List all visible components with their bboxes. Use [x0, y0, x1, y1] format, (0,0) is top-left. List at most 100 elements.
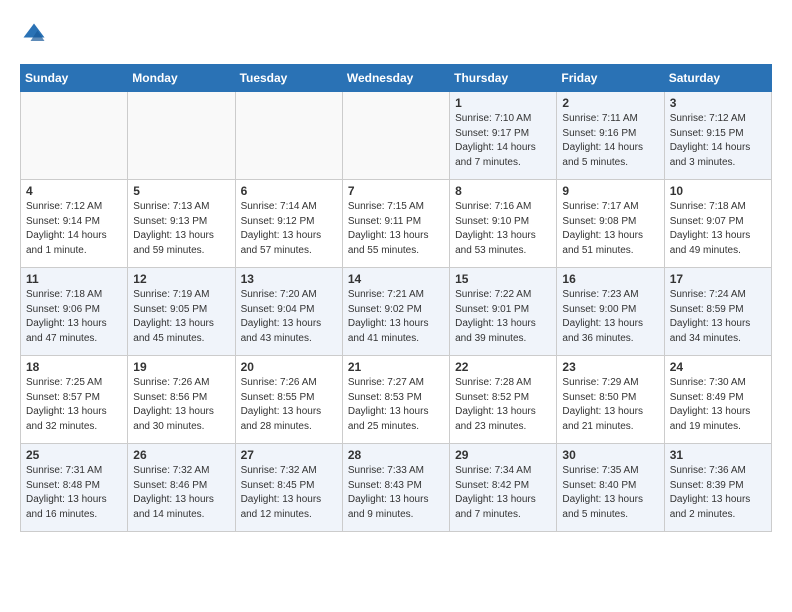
day-info: Sunrise: 7:30 AM Sunset: 8:49 PM Dayligh… [670, 376, 766, 434]
header-row: Sunday Monday Tuesday Wednesday Thursday… [21, 65, 772, 92]
day-info: Sunrise: 7:22 AM Sunset: 9:01 PM Dayligh… [455, 288, 551, 346]
day-cell: 20 Sunrise: 7:26 AM Sunset: 8:55 PM Dayli… [235, 356, 342, 444]
day-info: Sunrise: 7:32 AM Sunset: 8:45 PM Dayligh… [241, 464, 337, 522]
day-cell: 17 Sunrise: 7:24 AM Sunset: 8:59 PM Dayli… [664, 268, 771, 356]
day-info: Sunrise: 7:17 AM Sunset: 9:08 PM Dayligh… [562, 200, 658, 258]
day-number: 20 [241, 360, 337, 374]
day-cell: 22Sunrise: 7:28 AM Sunset: 8:52 PM Dayli… [450, 356, 557, 444]
day-cell: 14 Sunrise: 7:21 AM Sunset: 9:02 PM Dayli… [342, 268, 449, 356]
day-number: 2 [562, 96, 658, 110]
day-number: 16 [562, 272, 658, 286]
col-monday: Monday [128, 65, 235, 92]
day-info: Sunrise: 7:15 AM Sunset: 9:11 PM Dayligh… [348, 200, 444, 258]
day-cell: 15 Sunrise: 7:22 AM Sunset: 9:01 PM Dayli… [450, 268, 557, 356]
day-number: 1 [455, 96, 551, 110]
day-cell: 28 Sunrise: 7:33 AM Sunset: 8:43 PM Dayli… [342, 444, 449, 532]
day-number: 15 [455, 272, 551, 286]
day-cell: 16 Sunrise: 7:23 AM Sunset: 9:00 PM Dayli… [557, 268, 664, 356]
day-number: 22 [455, 360, 551, 374]
col-tuesday: Tuesday [235, 65, 342, 92]
day-cell: 26 Sunrise: 7:32 AM Sunset: 8:46 PM Dayli… [128, 444, 235, 532]
day-cell: 31 Sunrise: 7:36 AM Sunset: 8:39 PM Dayli… [664, 444, 771, 532]
day-info: Sunrise: 7:16 AM Sunset: 9:10 PM Dayligh… [455, 200, 551, 258]
day-cell: 8 Sunrise: 7:16 AM Sunset: 9:10 PM Daylig… [450, 180, 557, 268]
day-number: 17 [670, 272, 766, 286]
day-cell: 7 Sunrise: 7:15 AM Sunset: 9:11 PM Daylig… [342, 180, 449, 268]
day-cell: 11 Sunrise: 7:18 AM Sunset: 9:06 PM Dayli… [21, 268, 128, 356]
day-info: Sunrise: 7:36 AM Sunset: 8:39 PM Dayligh… [670, 464, 766, 522]
col-saturday: Saturday [664, 65, 771, 92]
day-number: 7 [348, 184, 444, 198]
day-info: Sunrise: 7:18 AM Sunset: 9:06 PM Dayligh… [26, 288, 122, 346]
day-number: 18 [26, 360, 122, 374]
day-number: 8 [455, 184, 551, 198]
day-cell: 13Sunrise: 7:20 AM Sunset: 9:04 PM Dayli… [235, 268, 342, 356]
day-number: 25 [26, 448, 122, 462]
day-info: Sunrise: 7:26 AM Sunset: 8:56 PM Dayligh… [133, 376, 229, 434]
day-info: Sunrise: 7:26 AM Sunset: 8:55 PM Dayligh… [241, 376, 337, 434]
day-cell: 24 Sunrise: 7:30 AM Sunset: 8:49 PM Dayli… [664, 356, 771, 444]
day-info: Sunrise: 7:13 AM Sunset: 9:13 PM Dayligh… [133, 200, 229, 258]
day-cell [342, 92, 449, 180]
day-cell [21, 92, 128, 180]
day-cell: 27 Sunrise: 7:32 AM Sunset: 8:45 PM Dayli… [235, 444, 342, 532]
day-cell [128, 92, 235, 180]
day-cell: 2 Sunrise: 7:11 AM Sunset: 9:16 PM Daylig… [557, 92, 664, 180]
day-cell: 10 Sunrise: 7:18 AM Sunset: 9:07 PM Dayli… [664, 180, 771, 268]
day-info: Sunrise: 7:29 AM Sunset: 8:50 PM Dayligh… [562, 376, 658, 434]
day-cell: 4 Sunrise: 7:12 AM Sunset: 9:14 PM Daylig… [21, 180, 128, 268]
calendar-body: 1 Sunrise: 7:10 AM Sunset: 9:17 PM Daylig… [21, 92, 772, 532]
day-number: 28 [348, 448, 444, 462]
page-header [20, 20, 772, 48]
day-number: 10 [670, 184, 766, 198]
day-info: Sunrise: 7:31 AM Sunset: 8:48 PM Dayligh… [26, 464, 122, 522]
day-info: Sunrise: 7:12 AM Sunset: 9:15 PM Dayligh… [670, 112, 766, 170]
day-number: 5 [133, 184, 229, 198]
day-number: 26 [133, 448, 229, 462]
calendar-table: Sunday Monday Tuesday Wednesday Thursday… [20, 64, 772, 532]
day-number: 13 [241, 272, 337, 286]
day-info: Sunrise: 7:27 AM Sunset: 8:53 PM Dayligh… [348, 376, 444, 434]
day-cell: 5 Sunrise: 7:13 AM Sunset: 9:13 PM Daylig… [128, 180, 235, 268]
logo [20, 20, 52, 48]
day-number: 24 [670, 360, 766, 374]
day-number: 23 [562, 360, 658, 374]
day-cell: 25 Sunrise: 7:31 AM Sunset: 8:48 PM Dayli… [21, 444, 128, 532]
week-row-2: 4 Sunrise: 7:12 AM Sunset: 9:14 PM Daylig… [21, 180, 772, 268]
day-number: 19 [133, 360, 229, 374]
day-cell: 6Sunrise: 7:14 AM Sunset: 9:12 PM Daylig… [235, 180, 342, 268]
week-row-3: 11 Sunrise: 7:18 AM Sunset: 9:06 PM Dayli… [21, 268, 772, 356]
day-number: 30 [562, 448, 658, 462]
day-number: 6 [241, 184, 337, 198]
day-number: 11 [26, 272, 122, 286]
week-row-5: 25 Sunrise: 7:31 AM Sunset: 8:48 PM Dayli… [21, 444, 772, 532]
week-row-1: 1 Sunrise: 7:10 AM Sunset: 9:17 PM Daylig… [21, 92, 772, 180]
day-info: Sunrise: 7:21 AM Sunset: 9:02 PM Dayligh… [348, 288, 444, 346]
day-cell [235, 92, 342, 180]
day-number: 27 [241, 448, 337, 462]
col-sunday: Sunday [21, 65, 128, 92]
day-number: 31 [670, 448, 766, 462]
day-info: Sunrise: 7:33 AM Sunset: 8:43 PM Dayligh… [348, 464, 444, 522]
day-cell: 30Sunrise: 7:35 AM Sunset: 8:40 PM Dayli… [557, 444, 664, 532]
day-info: Sunrise: 7:24 AM Sunset: 8:59 PM Dayligh… [670, 288, 766, 346]
day-number: 3 [670, 96, 766, 110]
day-cell: 12Sunrise: 7:19 AM Sunset: 9:05 PM Dayli… [128, 268, 235, 356]
week-row-4: 18Sunrise: 7:25 AM Sunset: 8:57 PM Dayli… [21, 356, 772, 444]
day-info: Sunrise: 7:18 AM Sunset: 9:07 PM Dayligh… [670, 200, 766, 258]
day-info: Sunrise: 7:10 AM Sunset: 9:17 PM Dayligh… [455, 112, 551, 170]
day-number: 4 [26, 184, 122, 198]
day-info: Sunrise: 7:19 AM Sunset: 9:05 PM Dayligh… [133, 288, 229, 346]
day-info: Sunrise: 7:34 AM Sunset: 8:42 PM Dayligh… [455, 464, 551, 522]
logo-icon [20, 20, 48, 48]
day-number: 9 [562, 184, 658, 198]
day-info: Sunrise: 7:23 AM Sunset: 9:00 PM Dayligh… [562, 288, 658, 346]
day-info: Sunrise: 7:32 AM Sunset: 8:46 PM Dayligh… [133, 464, 229, 522]
day-cell: 9 Sunrise: 7:17 AM Sunset: 9:08 PM Daylig… [557, 180, 664, 268]
col-wednesday: Wednesday [342, 65, 449, 92]
col-friday: Friday [557, 65, 664, 92]
day-number: 14 [348, 272, 444, 286]
day-cell: 19 Sunrise: 7:26 AM Sunset: 8:56 PM Dayli… [128, 356, 235, 444]
day-info: Sunrise: 7:12 AM Sunset: 9:14 PM Dayligh… [26, 200, 122, 258]
day-info: Sunrise: 7:11 AM Sunset: 9:16 PM Dayligh… [562, 112, 658, 170]
